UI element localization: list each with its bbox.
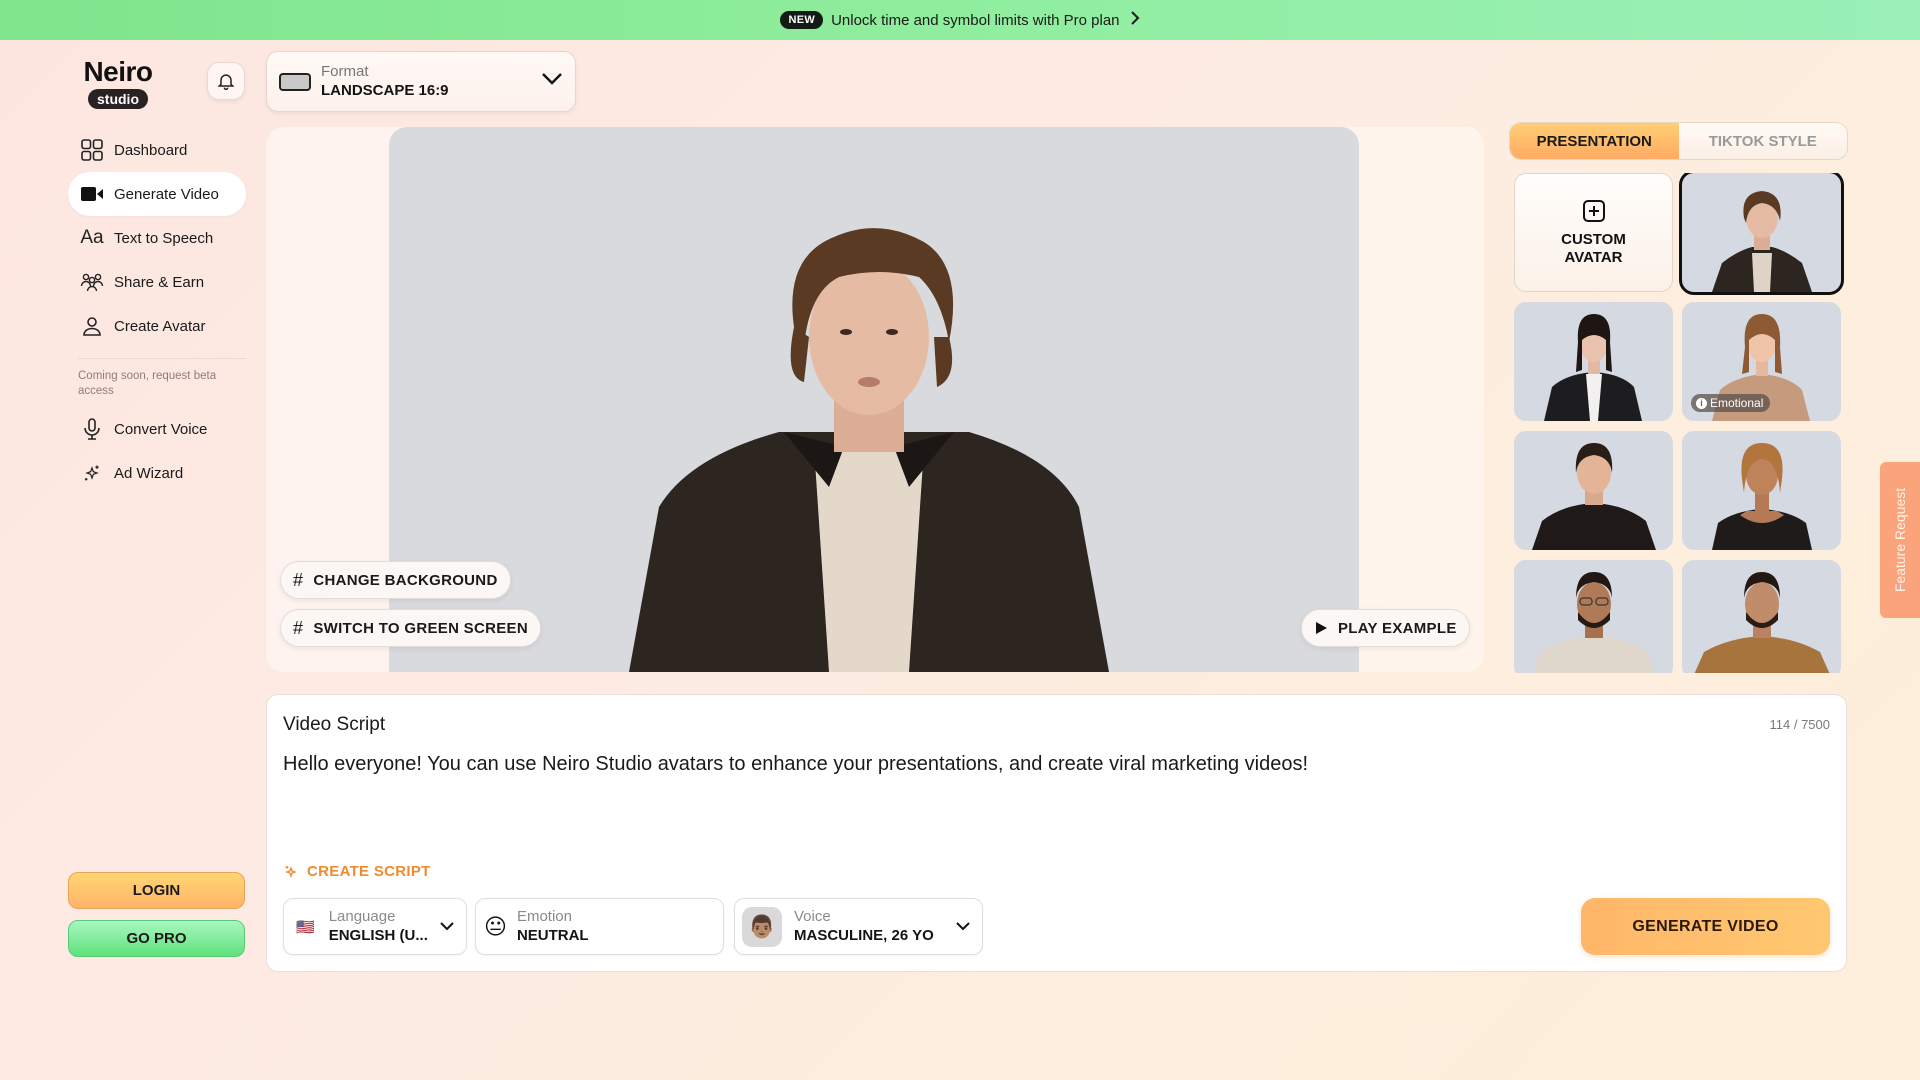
plus-square-icon (1582, 199, 1605, 222)
create-script-label: CREATE SCRIPT (307, 863, 431, 880)
script-textarea[interactable]: Hello everyone! You can use Neiro Studio… (283, 753, 1823, 853)
language-label: Language (328, 908, 396, 925)
sidebar-item-create-avatar[interactable]: Create Avatar (68, 304, 246, 348)
play-example-button[interactable]: PLAY EXAMPLE (1301, 609, 1470, 647)
sparkle-icon (285, 865, 297, 878)
voice-select[interactable]: 👨🏽 Voice MASCULINE, 26 YO (734, 898, 983, 955)
sidebar-item-label: Share & Earn (114, 273, 205, 291)
sidebar-divider (78, 358, 246, 359)
sidebar-item-label: Text to Speech (114, 229, 214, 247)
avatar-preview-person (629, 228, 1109, 672)
sidebar-item-generate-video[interactable]: Generate Video (68, 172, 246, 216)
sidebar-item-label: Convert Voice (114, 420, 208, 438)
custom-avatar-label: CUSTOM AVATAR (1561, 230, 1626, 266)
voice-label: Voice (794, 908, 831, 925)
green-screen-button[interactable]: # SWITCH TO GREEN SCREEN (280, 609, 541, 647)
logo-brand: Neiro (83, 56, 153, 87)
play-icon (1316, 622, 1327, 634)
avatar-man-brown-sweater[interactable] (1682, 560, 1841, 673)
feature-request-label: Feature Request (1892, 487, 1909, 593)
char-count: 114 / 7500 (1769, 717, 1830, 732)
chevron-right-icon (1130, 10, 1140, 30)
sidebar-item-label: Generate Video (114, 185, 219, 203)
sidebar-item-label: Dashboard (114, 141, 188, 159)
custom-avatar-button[interactable]: CUSTOM AVATAR (1514, 173, 1673, 292)
avatar-man-glasses-beige[interactable] (1514, 560, 1673, 673)
sidebar-item-convert-voice[interactable]: Convert Voice (68, 407, 246, 451)
avatar-style-tabs: PRESENTATION TIKTOK STYLE (1509, 122, 1848, 160)
emotional-tag-label: Emotional (1710, 396, 1764, 410)
create-script-button[interactable]: CREATE SCRIPT (283, 863, 431, 880)
landscape-format-icon (279, 72, 311, 91)
sidebar-item-dashboard[interactable]: Dashboard (68, 128, 246, 172)
video-preview[interactable] (389, 127, 1359, 672)
sidebar: Neiro studio Dashboard Generate Video Aa… (0, 40, 260, 1080)
user-icon (80, 314, 104, 338)
sidebar-item-label: Create Avatar (114, 317, 206, 335)
avatar-woman-black-top[interactable] (1682, 431, 1841, 550)
coming-soon-note: Coming soon, request beta access (78, 370, 217, 397)
generate-video-button[interactable]: GENERATE VIDEO (1581, 898, 1830, 955)
bell-icon (217, 74, 235, 91)
green-screen-label: SWITCH TO GREEN SCREEN (313, 619, 528, 637)
avatar-young-man-jacket[interactable] (1679, 173, 1844, 295)
notifications-button[interactable] (207, 62, 245, 100)
neutral-face-icon: 😐 (484, 913, 507, 939)
avatar-woman-tan-blazer[interactable]: i Emotional (1682, 302, 1841, 421)
avatar-grid: CUSTOM AVATAR i Emotional (1514, 173, 1844, 673)
format-value: LANDSCAPE 16:9 (321, 81, 449, 99)
emotion-select[interactable]: 😐 Emotion NEUTRAL (475, 898, 724, 955)
feature-request-tab[interactable]: Feature Request (1880, 462, 1920, 618)
change-background-label: CHANGE BACKGROUND (313, 571, 498, 589)
voice-avatar-icon: 👨🏽 (742, 906, 782, 947)
video-script-panel: Video Script 114 / 7500 Hello everyone! … (266, 694, 1847, 972)
text-aa-icon: Aa (80, 227, 104, 248)
us-flag-icon: 🇺🇸 (296, 918, 315, 936)
sidebar-item-text-to-speech[interactable]: Aa Text to Speech (68, 216, 246, 260)
sidebar-item-share-earn[interactable]: Share & Earn (68, 260, 246, 304)
language-value: ENGLISH (U... (328, 927, 428, 944)
video-camera-icon (80, 182, 104, 206)
play-example-label: PLAY EXAMPLE (1338, 619, 1457, 637)
hash-icon: # (293, 569, 304, 590)
sparkles-icon (80, 461, 104, 485)
sidebar-nav: Dashboard Generate Video Aa Text to Spee… (68, 128, 246, 495)
info-icon: i (1696, 397, 1707, 409)
sidebar-item-label: Ad Wizard (114, 464, 184, 482)
logo-sub: studio (88, 89, 148, 109)
microphone-icon (80, 417, 104, 441)
emotion-label: Emotion (516, 908, 572, 925)
language-select[interactable]: 🇺🇸 Language ENGLISH (U... (283, 898, 467, 955)
users-group-icon (80, 270, 104, 294)
emotion-value: NEUTRAL (516, 927, 589, 944)
grid-icon (80, 138, 104, 162)
hash-icon: # (293, 617, 304, 638)
voice-value: MASCULINE, 26 YO (794, 927, 934, 944)
avatar-woman-black-suit[interactable] (1514, 302, 1673, 421)
avatar-man-black-polo[interactable] (1514, 431, 1673, 550)
tab-presentation[interactable]: PRESENTATION (1510, 123, 1679, 159)
chevron-down-icon (956, 918, 970, 936)
script-title: Video Script (283, 714, 386, 735)
format-label: Format (321, 62, 369, 80)
go-pro-button[interactable]: GO PRO (68, 920, 245, 957)
chevron-down-icon (541, 72, 563, 91)
video-preview-area: # CHANGE BACKGROUND # SWITCH TO GREEN SC… (266, 127, 1484, 672)
emotional-tag: i Emotional (1691, 394, 1771, 412)
chevron-down-icon (440, 918, 454, 936)
promo-text: Unlock time and symbol limits with Pro p… (831, 11, 1120, 29)
change-background-button[interactable]: # CHANGE BACKGROUND (280, 561, 511, 599)
sidebar-item-ad-wizard[interactable]: Ad Wizard (68, 451, 246, 495)
tab-tiktok-style[interactable]: TIKTOK STYLE (1678, 123, 1847, 159)
new-badge: NEW (780, 11, 824, 29)
promo-banner[interactable]: NEW Unlock time and symbol limits with P… (0, 0, 1920, 40)
format-select[interactable]: Format LANDSCAPE 16:9 (266, 51, 576, 112)
login-button[interactable]: LOGIN (68, 872, 245, 909)
logo[interactable]: Neiro studio (82, 56, 154, 109)
